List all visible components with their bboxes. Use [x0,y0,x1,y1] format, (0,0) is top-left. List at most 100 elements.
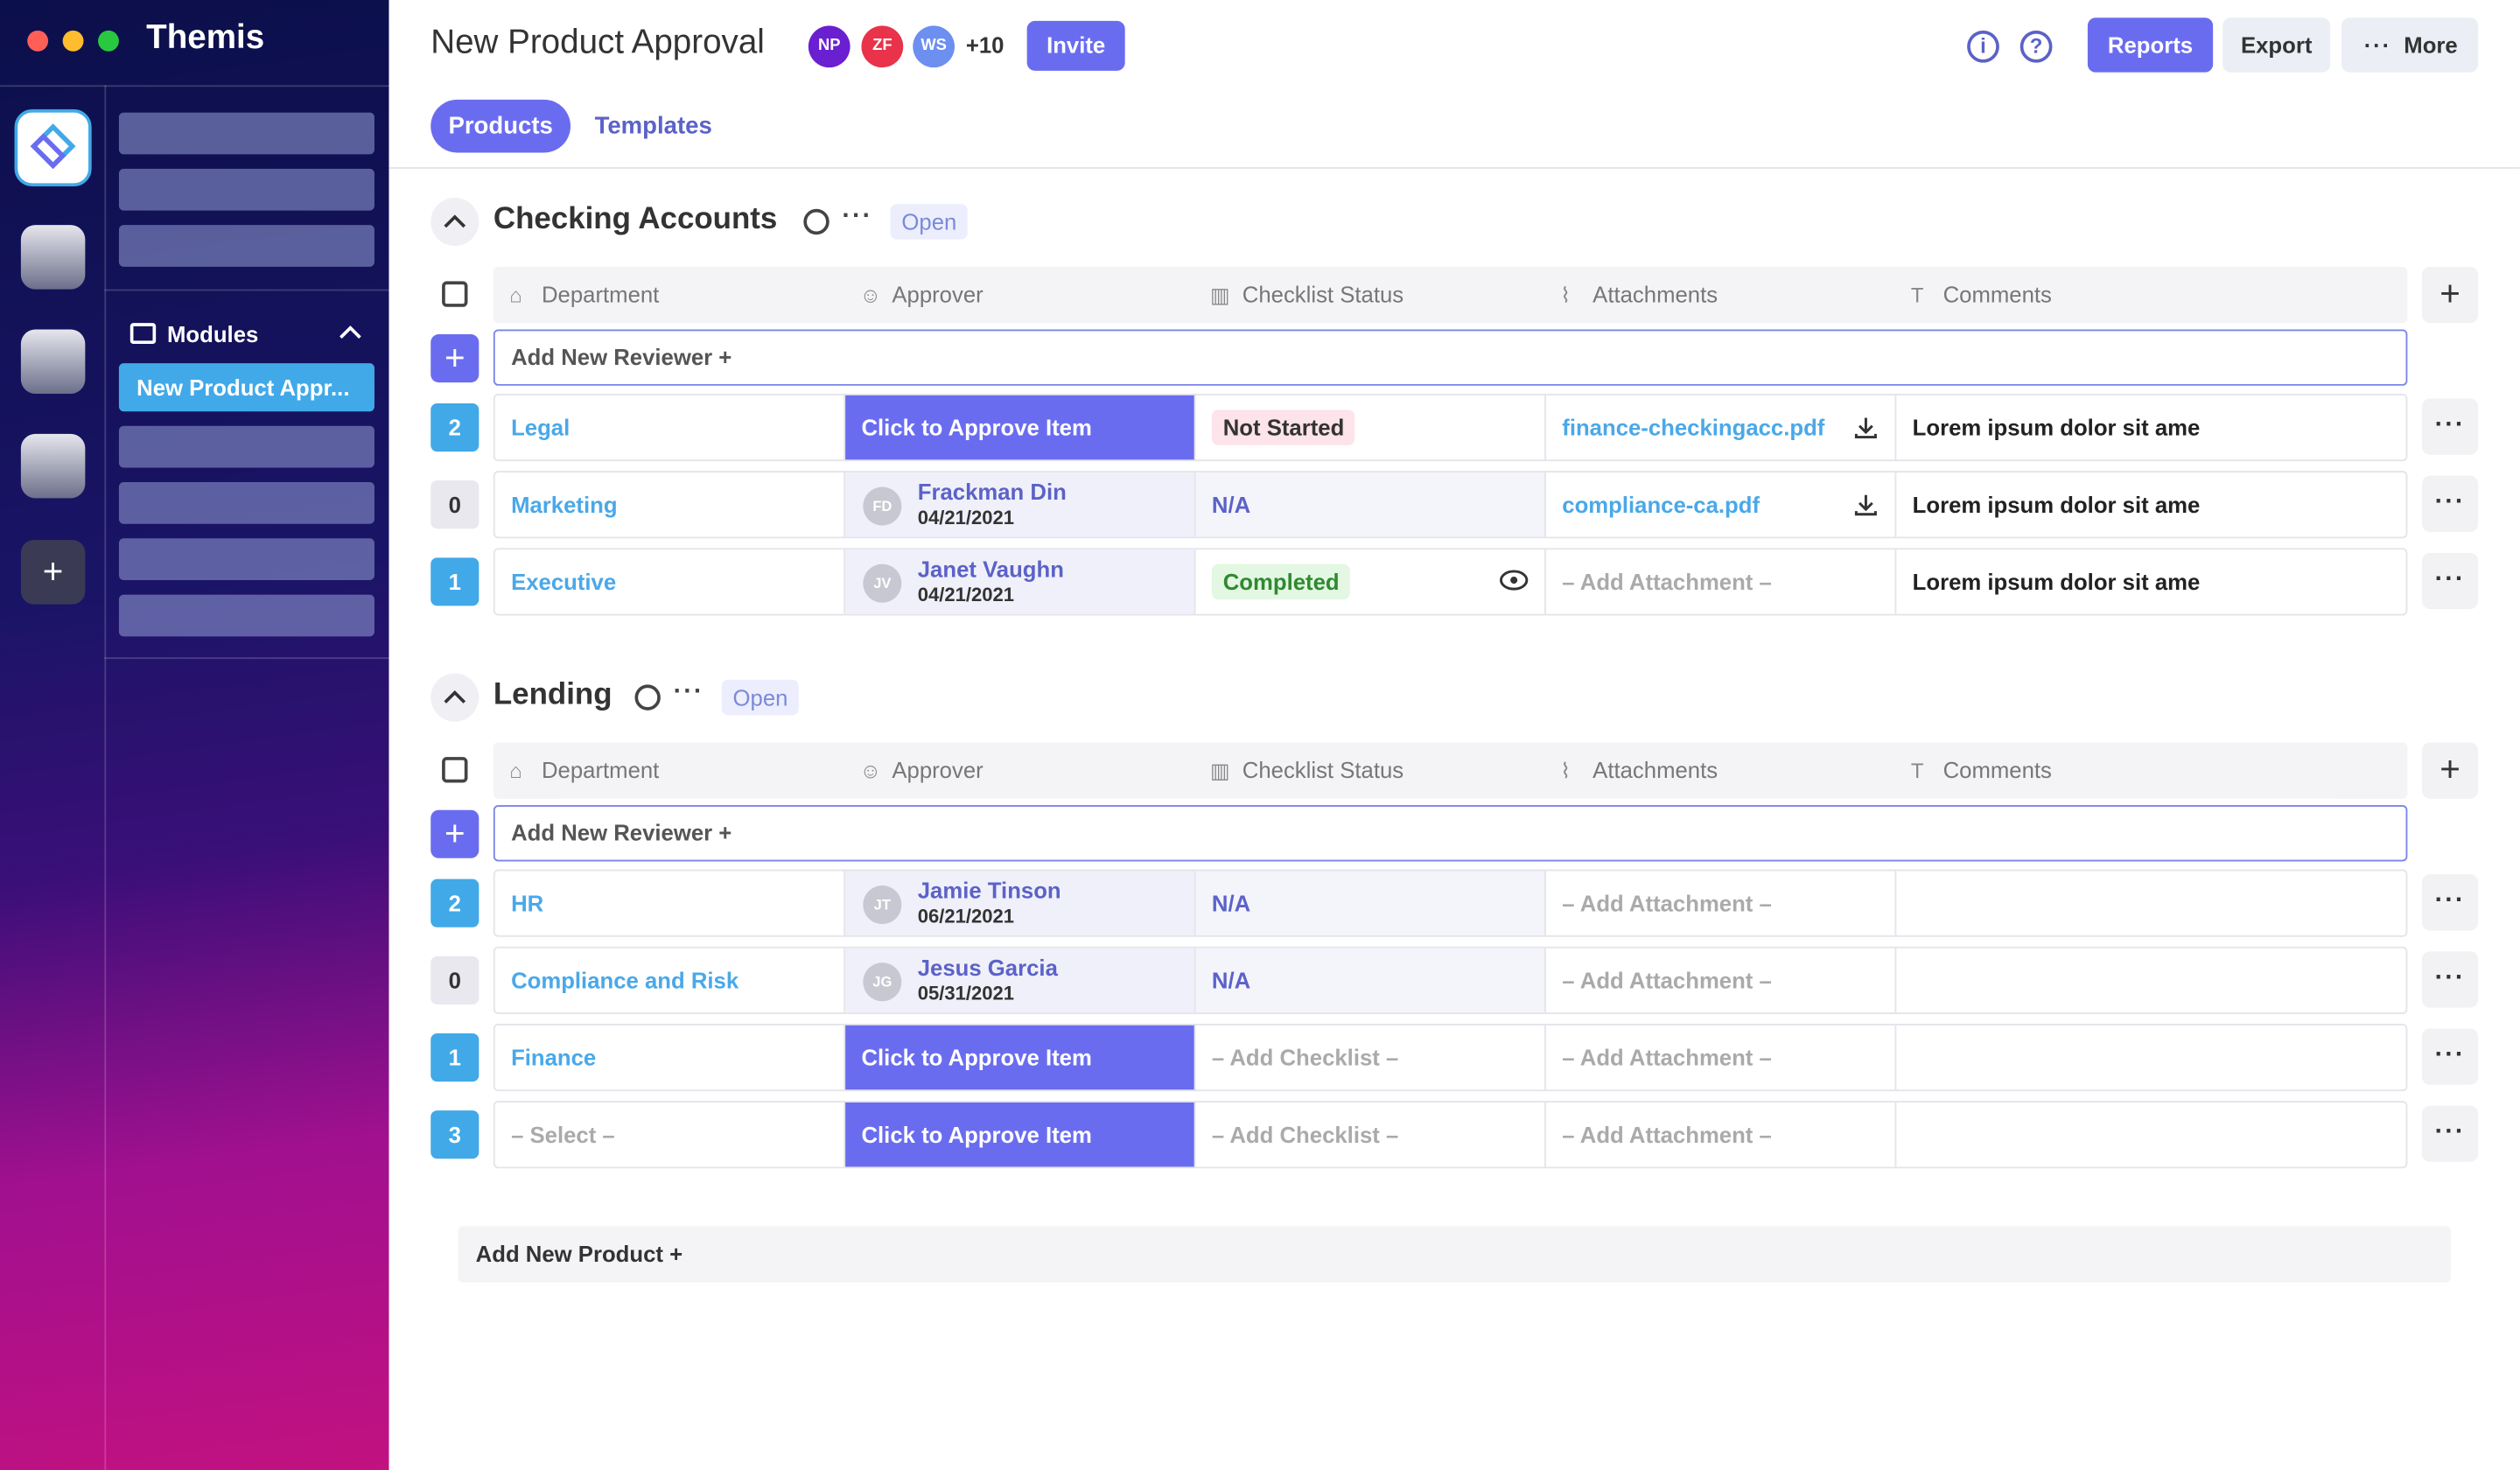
approver-cell[interactable]: JG Jesus Garcia 05/31/2021 [845,948,1196,1013]
add-reviewer-button[interactable]: + [430,334,480,383]
tab-templates[interactable]: Templates [577,100,730,153]
approve-item-button[interactable]: Click to Approve Item [845,1102,1196,1167]
tab-products[interactable]: Products [430,99,571,153]
add-attachment-cell[interactable]: – Add Attachment – [1546,550,1897,614]
window-minimize-dot[interactable] [62,30,84,52]
ellipsis-icon[interactable]: ··· [674,678,704,707]
window-maximize-dot[interactable] [98,30,119,52]
comment-cell[interactable]: Lorem ipsum dolor sit ame [1896,550,2409,613]
add-attachment-cell[interactable]: – Add Attachment – [1546,871,1897,935]
attachment-cell[interactable]: finance-checkingacc.pdf [1546,395,1897,460]
add-reviewer-button[interactable]: + [430,809,480,858]
add-app-button[interactable]: + [20,540,86,605]
nav-placeholder[interactable] [118,168,374,211]
comment-cell[interactable]: Lorem ipsum dolor sit ame [1896,396,2409,459]
row-actions-button[interactable]: ··· [2421,1028,2479,1085]
add-attachment-cell[interactable]: – Add Attachment – [1546,1102,1897,1167]
extra-members-count[interactable]: +10 [966,32,1004,58]
add-checklist-cell[interactable]: – Add Checklist – [1196,1102,1546,1167]
checklist-status-cell[interactable]: N/A [1195,472,1546,537]
add-reviewer-input[interactable]: Add New Reviewer + [493,329,2408,386]
checklist-status-cell[interactable]: Not Started [1196,395,1546,460]
row-actions-button[interactable]: ··· [2421,552,2479,610]
avatar[interactable]: ZF [861,25,904,68]
column-header[interactable]: T Comments [1894,743,2407,799]
avatar[interactable]: WS [913,25,955,68]
themis-logo-icon[interactable] [14,108,92,187]
app-switcher-item[interactable] [20,329,86,394]
department-cell[interactable]: Finance [495,1025,846,1090]
column-header[interactable]: ▥ Checklist Status [1194,743,1544,799]
department-cell[interactable]: Marketing [495,472,846,537]
chevron-up-icon[interactable] [340,323,361,342]
add-column-button[interactable]: + [2421,266,2479,324]
row-actions-button[interactable]: ··· [2421,398,2479,455]
column-header[interactable]: ☺ Approver [844,743,1194,799]
nav-placeholder[interactable] [118,482,374,524]
row-actions-button[interactable]: ··· [2421,475,2479,532]
checklist-status-cell[interactable]: Completed [1196,550,1546,614]
globe-icon[interactable] [634,684,661,710]
window-close-dot[interactable] [27,30,49,52]
department-cell[interactable]: – Select – [495,1102,846,1167]
invite-button[interactable]: Invite [1026,20,1125,71]
row-actions-button[interactable]: ··· [2421,951,2479,1008]
comment-cell[interactable] [1896,948,2409,1012]
nav-placeholder[interactable] [118,112,374,155]
add-attachment-cell[interactable]: – Add Attachment – [1546,1025,1897,1090]
department-cell[interactable]: Legal [495,395,846,460]
reports-button[interactable]: Reports [2087,18,2214,73]
nav-placeholder[interactable] [118,594,374,637]
more-button[interactable]: ··· More [2342,18,2479,73]
column-header[interactable]: ▥ Checklist Status [1194,267,1544,323]
column-header[interactable]: ⌇ Attachments [1544,267,1894,323]
add-column-button[interactable]: + [2421,742,2479,799]
globe-icon[interactable] [803,208,830,235]
comment-cell[interactable]: Lorem ipsum dolor sit ame [1896,472,2409,536]
department-cell[interactable]: Compliance and Risk [495,948,846,1013]
info-icon[interactable]: i [1967,30,1999,63]
ellipsis-icon[interactable]: ··· [842,202,872,231]
collapse-section-button[interactable] [430,197,480,247]
approver-cell[interactable]: FD Frackman Din 04/21/2021 [845,472,1196,537]
nav-placeholder[interactable] [118,425,374,468]
app-switcher-item[interactable] [20,225,86,290]
app-switcher-item[interactable] [20,433,86,499]
nav-placeholder[interactable] [118,225,374,267]
download-icon[interactable] [1853,492,1879,517]
comment-cell[interactable] [1896,871,2409,934]
export-button[interactable]: Export [2222,18,2331,73]
column-header[interactable]: ⌂ Department [494,743,844,799]
approve-item-button[interactable]: Click to Approve Item [845,395,1196,460]
checklist-status-cell[interactable]: N/A [1195,871,1546,935]
attachment-cell[interactable]: compliance-ca.pdf [1546,472,1897,537]
comment-cell[interactable] [1896,1102,2409,1166]
nav-placeholder[interactable] [118,538,374,581]
department-cell[interactable]: Executive [495,550,846,614]
checklist-status-cell[interactable]: N/A [1195,948,1546,1013]
approver-date: 04/21/2021 [917,506,1015,529]
column-header[interactable]: ⌇ Attachments [1544,743,1894,799]
column-header[interactable]: ⌂ Department [494,267,844,323]
approve-item-button[interactable]: Click to Approve Item [845,1025,1196,1090]
add-new-product-button[interactable]: Add New Product + [458,1226,2451,1283]
column-header[interactable]: T Comments [1894,267,2407,323]
approver-cell[interactable]: JT Jamie Tinson 06/21/2021 [845,871,1196,935]
download-icon[interactable] [1853,415,1879,440]
add-reviewer-input[interactable]: Add New Reviewer + [493,805,2408,862]
approver-cell[interactable]: JV Janet Vaughn 04/21/2021 [845,550,1196,614]
collapse-section-button[interactable] [430,673,480,722]
row-actions-button[interactable]: ··· [2421,1105,2479,1162]
module-item-active[interactable]: New Product Appr... [118,363,374,412]
department-cell[interactable]: HR [495,871,846,935]
comment-cell[interactable] [1896,1026,2409,1089]
eye-icon[interactable] [1500,569,1529,594]
help-icon[interactable]: ? [2020,30,2053,63]
add-attachment-cell[interactable]: – Add Attachment – [1546,948,1897,1013]
select-all-checkbox[interactable] [442,281,468,307]
avatar[interactable]: NP [808,25,850,68]
select-all-checkbox[interactable] [442,757,468,783]
column-header[interactable]: ☺ Approver [844,267,1194,323]
add-checklist-cell[interactable]: – Add Checklist – [1196,1025,1546,1090]
row-actions-button[interactable]: ··· [2421,874,2479,931]
